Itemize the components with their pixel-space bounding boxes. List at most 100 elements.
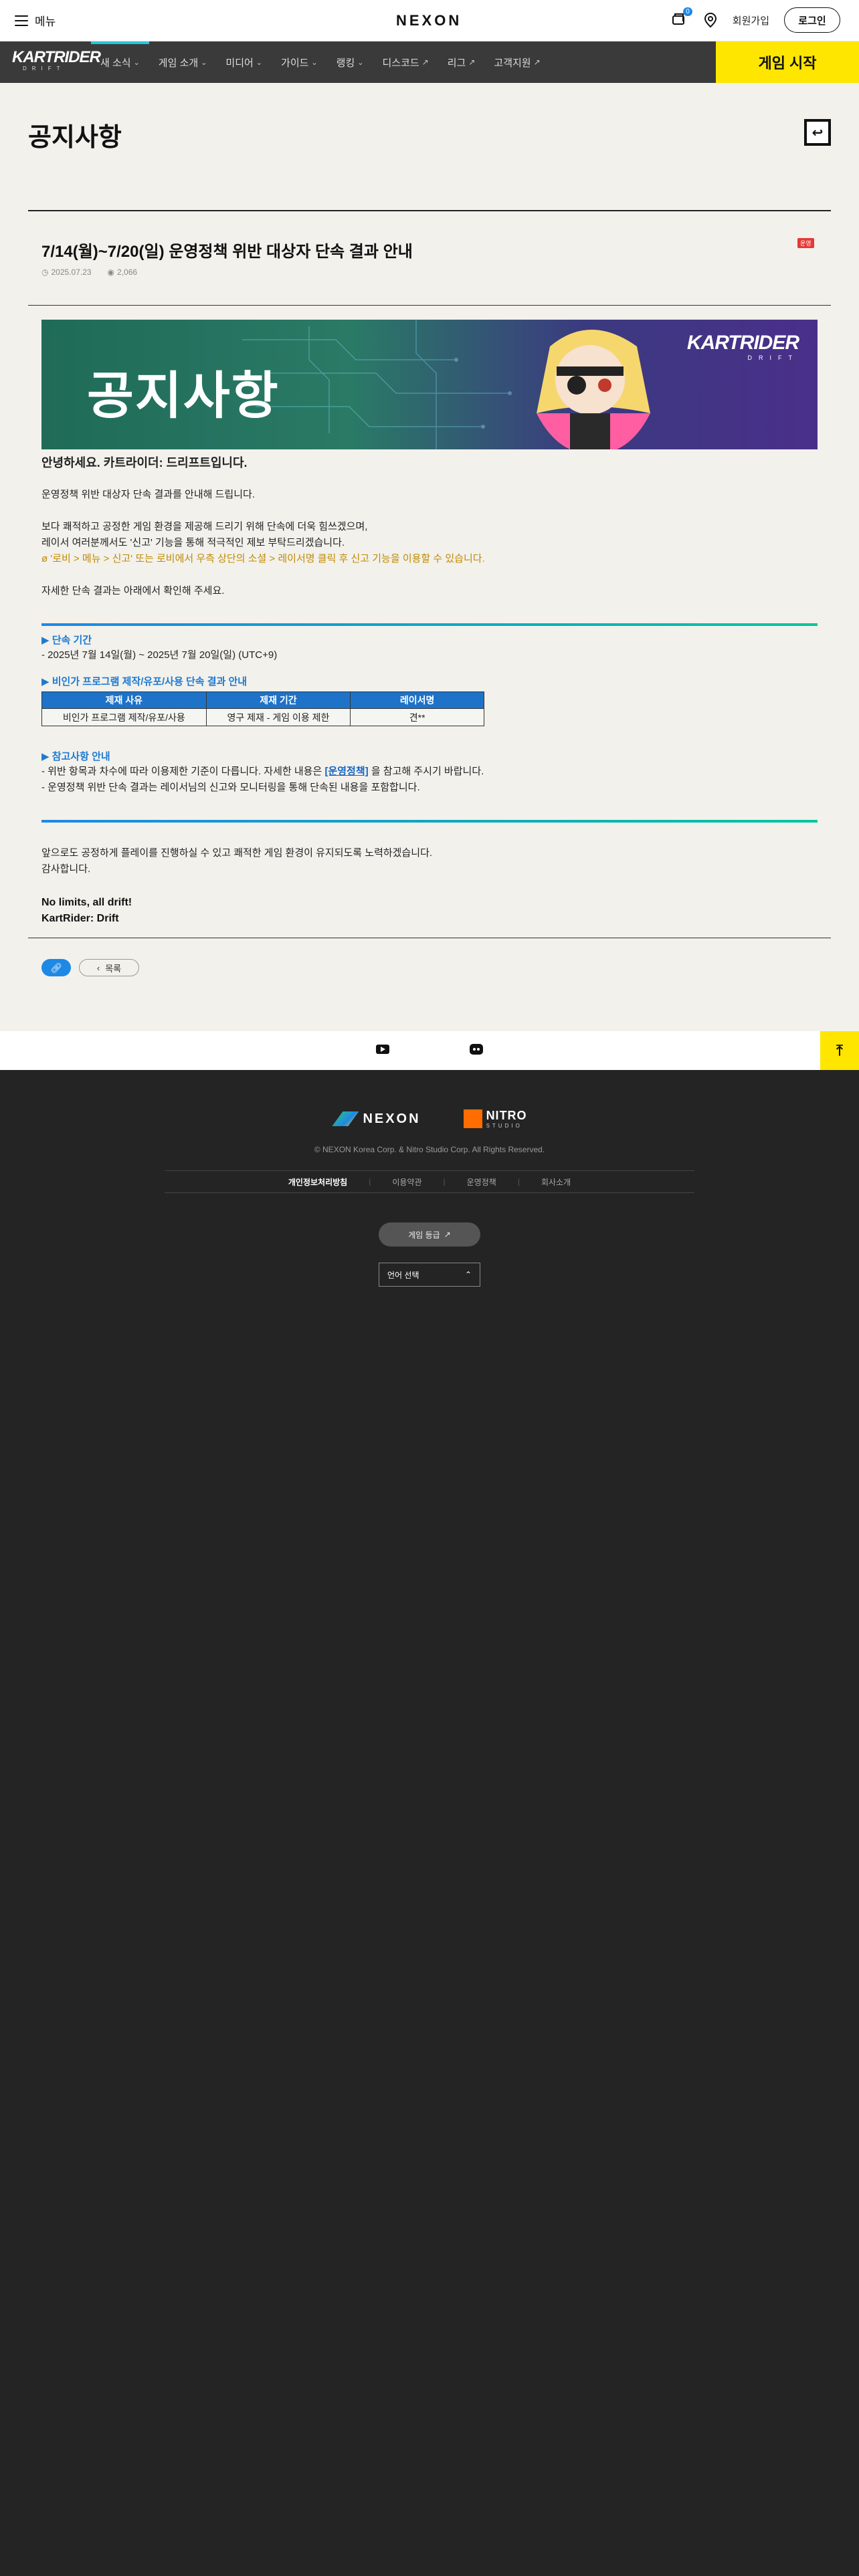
external-link-icon: ↗: [468, 58, 476, 67]
slogan-line-1: No limits, all drift!: [41, 897, 132, 908]
table-header-cell: 제재 기간: [205, 691, 351, 709]
table-row: 비인가 프로그램 제작/유포/사용 영구 제재 - 게임 이용 제한 견**: [41, 708, 484, 726]
list-button[interactable]: ‹ 목록: [79, 959, 139, 976]
rating-label: 게임 등급: [408, 1230, 440, 1240]
copyright-text: © NEXON Korea Corp. & Nitro Studio Corp.…: [314, 1145, 545, 1154]
nav-item-ranking[interactable]: 랭킹 ⌄: [327, 41, 373, 83]
signup-link[interactable]: 회원가입: [733, 13, 769, 27]
game-rating-button[interactable]: 게임 등급 ↗: [379, 1222, 480, 1247]
game-nav-bar: KARTRIDER DRIFT 새 소식 ⌄ 게임 소개 ⌄ 미디어 ⌄ 가이드 ⌄ 랭…: [0, 41, 859, 83]
nav-item-guide[interactable]: 가이드 ⌄: [272, 41, 327, 83]
language-select[interactable]: 언어 선택 ⌃: [379, 1263, 480, 1287]
scroll-to-top-button[interactable]: ⤒: [820, 1031, 859, 1070]
kartrider-logo-main: KARTRIDER: [12, 48, 101, 66]
notification-badge: 0: [683, 7, 692, 16]
notes-line-1-post: 을 참고해 주시기 바랍니다.: [368, 766, 484, 777]
youtube-icon[interactable]: [376, 1045, 389, 1054]
greeting-text: 안녕하세요. 카트라이더: 드리프트입니다.: [41, 456, 248, 469]
report-line-2: 레이서 여러분께서도 '신고' 기능을 통해 적극적인 제보 부탁드리겠습니다.: [41, 537, 345, 548]
closing-line-1: 앞으로도 공정하게 플레이를 진행하실 수 있고 쾌적한 게임 환경이 유지되도…: [41, 847, 433, 859]
nav-item-media[interactable]: 미디어 ⌄: [216, 41, 272, 83]
article-title: 7/14(월)~7/20(일) 운영정책 위반 대상자 단속 결과 안내: [41, 243, 413, 261]
nitro-logo-main: NITRO: [486, 1109, 527, 1122]
footer-link-policy[interactable]: 운영정책: [446, 1176, 518, 1188]
section-divider: [41, 820, 818, 823]
nav-item-league[interactable]: 리그 ↗: [438, 41, 485, 83]
closing-line-2: 감사합니다.: [41, 863, 91, 875]
nav-item-label: 리그: [447, 57, 466, 69]
footer: NEXON NITRO STUDIO © NEXON Korea Corp. &…: [0, 1070, 859, 2576]
kartrider-logo[interactable]: KARTRIDER DRIFT: [12, 48, 101, 76]
report-paragraph: 보다 쾌적하고 공정한 게임 환경을 제공해 드리기 위해 단속에 더욱 힘쓰겠…: [41, 519, 485, 567]
banner-title: 공지사항: [87, 368, 280, 425]
category-badge: 운영: [797, 238, 814, 248]
policy-link[interactable]: [운영정책]: [324, 766, 368, 777]
hamburger-icon: [15, 15, 28, 26]
nav-item-label: 가이드: [281, 57, 309, 69]
global-menu-button[interactable]: 메뉴: [15, 12, 56, 29]
global-top-bar: 메뉴 NEXON 0 회원가입 로그인: [0, 0, 859, 41]
footer-link-privacy[interactable]: 개인정보처리방침: [267, 1176, 369, 1188]
article-date: ◷ 2025.07.23: [41, 267, 92, 277]
nav-item-discord[interactable]: 디스코드 ↗: [373, 41, 438, 83]
nexon-logo[interactable]: NEXON: [396, 12, 462, 29]
footer-nexon-logo[interactable]: NEXON: [332, 1111, 420, 1127]
views-text: 2,066: [117, 267, 138, 277]
notes-line-2: - 운영정책 위반 단속 결과는 레이서님의 신고와 모니터링을 통해 단속된 …: [41, 782, 420, 793]
back-arrow-icon: ↩: [812, 125, 824, 140]
nitro-logo-sub: STUDIO: [486, 1123, 522, 1129]
section-period-heading: ▶ 단속 기간: [41, 635, 92, 646]
nav-item-game-intro[interactable]: 게임 소개 ⌄: [149, 41, 217, 83]
nav-item-news[interactable]: 새 소식 ⌄: [91, 41, 149, 83]
page-title: 공지사항: [28, 124, 122, 152]
banner-logo-main: KARTRIDER: [686, 332, 799, 354]
footer-link-terms[interactable]: 이용약관: [371, 1176, 443, 1188]
footer-nitro-logo[interactable]: NITRO STUDIO: [463, 1109, 527, 1129]
external-link-icon: ↗: [444, 1230, 451, 1239]
notification-button[interactable]: 0: [671, 7, 692, 29]
report-line-1: 보다 쾌적하고 공정한 게임 환경을 제공해 드리기 위해 단속에 더욱 힘쓰겠…: [41, 521, 368, 532]
chevron-down-icon: ⌄: [357, 58, 364, 67]
notes-line-1-pre: - 위반 항목과 차수에 따라 이용제한 기준이 다릅니다. 자세한 내용은: [41, 766, 325, 777]
footer-links: 개인정보처리방침 | 이용약관 | 운영정책 | 회사소개: [165, 1170, 694, 1193]
footer-link-company[interactable]: 회사소개: [520, 1176, 592, 1188]
language-label: 언어 선택: [387, 1270, 419, 1280]
nav-item-label: 미디어: [225, 57, 254, 69]
section-period-text: - 2025년 7월 14일(월) ~ 2025년 7월 20일(일) (UTC…: [41, 649, 278, 661]
back-button[interactable]: ↩: [804, 119, 831, 146]
notice-banner-image: 공지사항 KARTRIDER DRIFT: [41, 320, 818, 449]
nav-item-label: 랭킹: [336, 57, 355, 69]
main-content: 공지사항 ↩ 운영 7/14(월)~7/20(일) 운영정책 위반 대상자 단속…: [0, 83, 859, 1031]
footer-nexon-text: NEXON: [363, 1111, 421, 1126]
copy-link-button[interactable]: 🔗︎: [41, 959, 71, 976]
article-views: ◉ 2,066: [108, 267, 138, 277]
table-header-cell: 제재 사유: [41, 691, 207, 709]
section-notes-text: - 위반 항목과 차수에 따라 이용제한 기준이 다릅니다. 자세한 내용은 […: [41, 764, 484, 796]
table-header-cell: 레이서명: [350, 691, 484, 709]
location-pin-icon[interactable]: [703, 12, 718, 28]
chevron-down-icon: ⌄: [311, 58, 318, 67]
section-sanction-heading: ▶ 비인가 프로그램 제작/유포/사용 단속 결과 안내: [41, 676, 248, 687]
nexon-mark-icon: [332, 1111, 359, 1126]
notes-line-1: - 위반 항목과 차수에 따라 이용제한 기준이 다릅니다. 자세한 내용은 […: [41, 764, 484, 780]
arrow-up-icon: ⤒: [836, 1042, 843, 1059]
top-right-actions: 0 회원가입 로그인: [671, 7, 840, 33]
slogan-text: No limits, all drift! KartRider: Drift: [41, 895, 132, 927]
chevron-down-icon: ⌄: [133, 58, 140, 67]
chevron-left-icon: ‹: [96, 962, 100, 973]
sanction-table: 제재 사유 제재 기간 레이서명 비인가 프로그램 제작/유포/사용 영구 제재…: [41, 691, 484, 726]
nav-item-label: 고객지원: [494, 57, 531, 69]
game-start-button[interactable]: 게임 시작: [716, 41, 859, 83]
table-cell: 비인가 프로그램 제작/유포/사용: [41, 708, 207, 726]
results-intro-text: 자세한 단속 결과는 아래에서 확인해 주세요.: [41, 585, 225, 597]
login-button[interactable]: 로그인: [784, 7, 840, 33]
banner-kartrider-logo: KARTRIDER DRIFT: [687, 332, 799, 361]
discord-icon[interactable]: [470, 1044, 483, 1055]
nav-item-support[interactable]: 고객지원 ↗: [484, 41, 549, 83]
banner-logo-sub: DRIFT: [747, 354, 799, 361]
table-header-row: 제재 사유 제재 기간 레이서명: [41, 691, 484, 709]
nav-item-label: 디스코드: [382, 57, 419, 69]
nav-item-label: 게임 소개: [158, 57, 199, 69]
article-meta: ◷ 2025.07.23 ◉ 2,066: [41, 267, 137, 277]
divider: [28, 210, 831, 211]
